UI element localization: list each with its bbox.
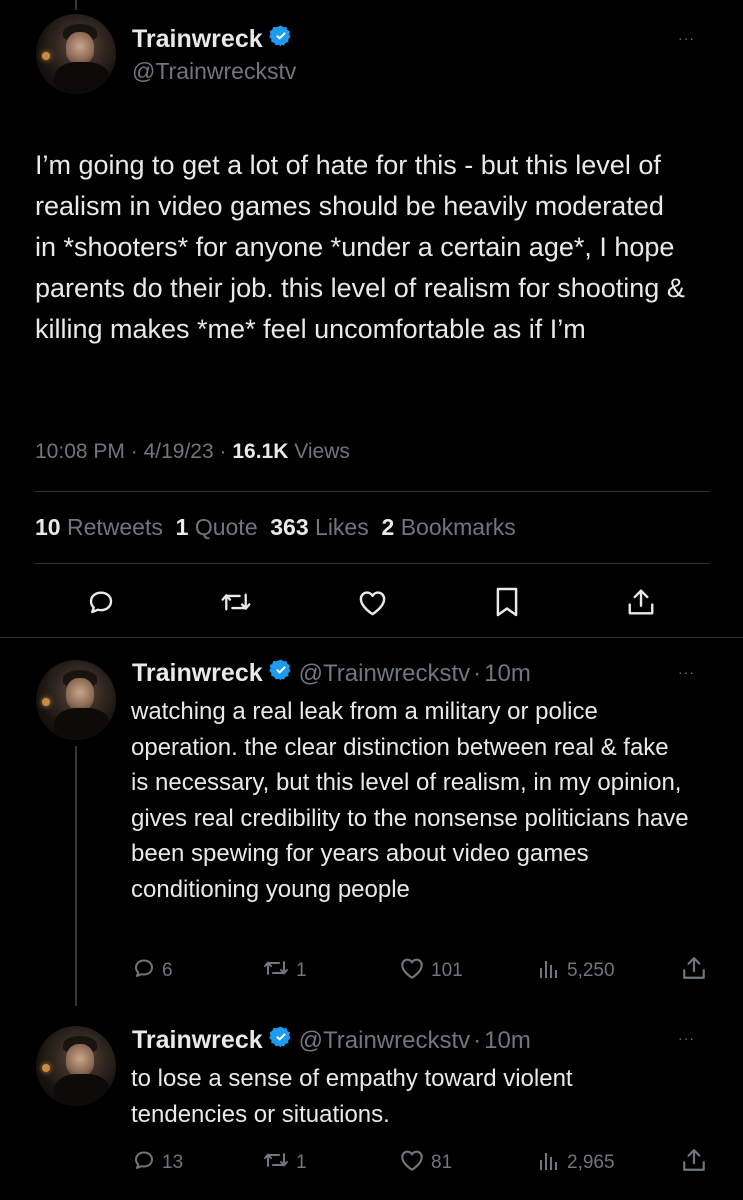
thread-line	[75, 746, 77, 1006]
meta-separator: ·	[473, 659, 482, 687]
views-count: 2,965	[567, 1152, 615, 1173]
retweet-icon	[262, 956, 290, 986]
author-name[interactable]: Trainwreck	[132, 1026, 263, 1055]
like-icon	[399, 1148, 425, 1178]
like-count: 101	[431, 960, 463, 981]
thread-line	[75, 0, 77, 10]
more-options-icon[interactable]: ···	[678, 664, 695, 680]
views-button[interactable]: 5,250	[537, 956, 615, 986]
divider	[35, 491, 710, 492]
like-icon[interactable]	[357, 588, 388, 617]
views-label: Views	[294, 440, 350, 463]
meta-separator: ·	[130, 440, 138, 463]
verified-badge-icon	[268, 24, 293, 55]
analytics-icon	[537, 956, 561, 986]
analytics-icon	[537, 1148, 561, 1178]
like-button[interactable]: 81	[399, 1148, 452, 1178]
meta-separator: ·	[219, 440, 227, 463]
retweet-icon[interactable]	[219, 587, 253, 617]
reply-icon[interactable]	[86, 587, 116, 617]
tweet-text: I’m going to get a lot of hate for this …	[35, 150, 685, 344]
avatar[interactable]	[36, 660, 116, 740]
like-button[interactable]: 101	[399, 956, 463, 986]
retweets-stat[interactable]: 10 Retweets	[35, 514, 163, 540]
reply-button[interactable]: 6	[132, 956, 173, 986]
reply-icon	[132, 956, 156, 986]
meta-separator: ·	[473, 1026, 482, 1054]
reply-text: to lose a sense of empathy toward violen…	[131, 1065, 573, 1128]
bookmarks-stat[interactable]: 2 Bookmarks	[382, 514, 516, 540]
tweet-time[interactable]: 10:08 PM	[35, 440, 125, 463]
reply-button[interactable]: 13	[132, 1148, 183, 1178]
retweet-icon	[262, 1148, 290, 1178]
share-icon[interactable]	[681, 954, 707, 982]
reply-time[interactable]: 10m	[484, 1027, 531, 1055]
quotes-stat[interactable]: 1 Quote	[176, 514, 258, 540]
retweet-button[interactable]: 1	[262, 1148, 307, 1178]
more-options-icon[interactable]: ···	[678, 30, 695, 46]
share-icon[interactable]	[681, 1146, 707, 1174]
bookmark-icon[interactable]	[494, 586, 520, 618]
reply-text: watching a real leak from a military or …	[131, 698, 689, 903]
avatar[interactable]	[36, 1026, 116, 1106]
tweet-date[interactable]: 4/19/23	[144, 440, 214, 463]
author-handle[interactable]: @Trainwreckstv	[132, 58, 296, 85]
author-name[interactable]: Trainwreck	[132, 25, 263, 54]
likes-stat[interactable]: 363 Likes	[270, 514, 368, 540]
retweet-button[interactable]: 1	[262, 956, 307, 986]
author-handle[interactable]: @Trainwreckstv	[299, 660, 471, 688]
views-button[interactable]: 2,965	[537, 1148, 615, 1178]
more-options-icon[interactable]: ···	[678, 1030, 695, 1046]
author-name[interactable]: Trainwreck	[132, 659, 263, 688]
like-count: 81	[431, 1152, 453, 1173]
reply-count: 13	[162, 1152, 184, 1173]
verified-badge-icon	[268, 658, 293, 689]
divider	[35, 563, 710, 564]
reply-time[interactable]: 10m	[484, 660, 531, 688]
verified-badge-icon	[268, 1025, 293, 1056]
avatar[interactable]	[36, 14, 116, 94]
share-icon[interactable]	[626, 586, 656, 618]
divider	[0, 637, 743, 638]
retweet-count: 1	[296, 1152, 307, 1173]
reply-icon	[132, 1148, 156, 1178]
retweet-count: 1	[296, 960, 307, 981]
like-icon	[399, 956, 425, 986]
views-count: 16.1K	[232, 440, 289, 463]
views-count: 5,250	[567, 960, 615, 981]
author-handle[interactable]: @Trainwreckstv	[299, 1027, 471, 1055]
reply-count: 6	[162, 960, 173, 981]
